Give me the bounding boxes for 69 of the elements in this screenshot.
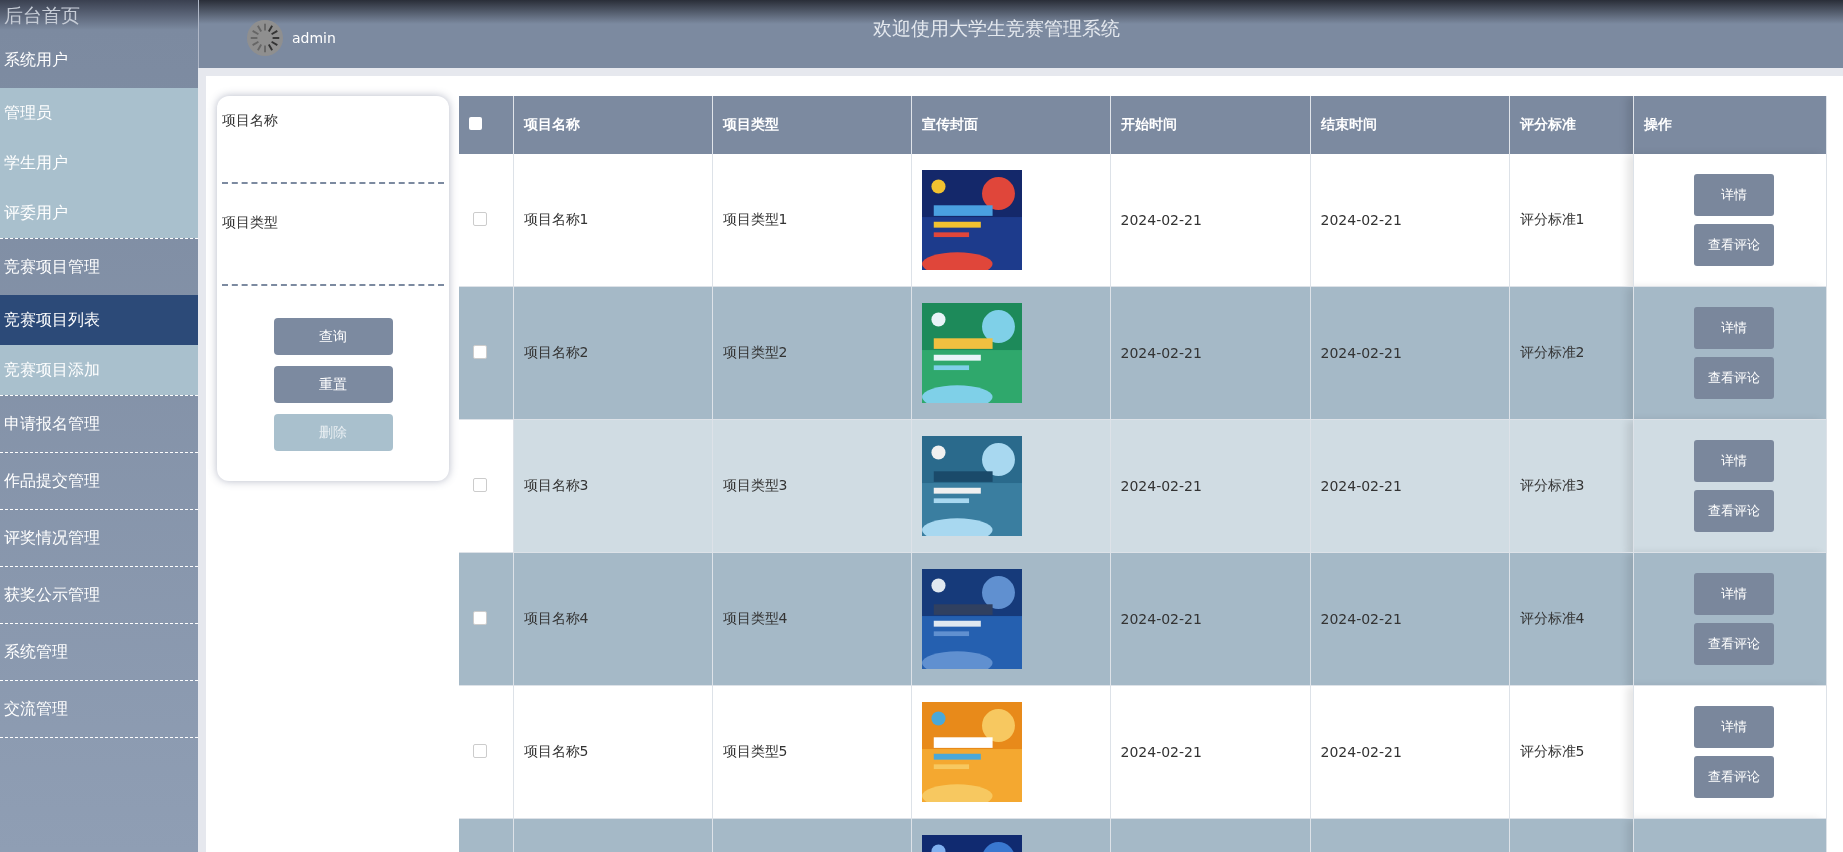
- table-cell: 2024-02-21: [1120, 611, 1202, 627]
- sidebar-group[interactable]: 评奖情况管理: [0, 510, 198, 566]
- row-checkbox[interactable]: [473, 211, 487, 226]
- sidebar-group[interactable]: 作品提交管理: [0, 453, 198, 509]
- table-cell: 2024-02-21: [1320, 611, 1402, 627]
- sidebar-item[interactable]: 评委用户: [0, 188, 198, 238]
- action-button[interactable]: 查看评论: [1693, 756, 1774, 798]
- table-cell: 评分标准3: [1519, 477, 1585, 493]
- sidebar-item[interactable]: 学生用户: [0, 138, 198, 188]
- page-title: 欢迎使用大学生竞赛管理系统: [872, 16, 1120, 41]
- column-header: 结束时间: [1310, 96, 1509, 154]
- column-header: 项目类型: [712, 96, 911, 154]
- field-label: 项目类型: [222, 214, 279, 232]
- action-button[interactable]: 详情: [1693, 174, 1774, 216]
- table-cell: 2024-02-21: [1120, 744, 1202, 760]
- table-cell: 2024-02-21: [1120, 478, 1202, 494]
- sidebar-group[interactable]: 交流管理: [0, 681, 198, 737]
- action-button[interactable]: 查看评论: [1693, 490, 1774, 532]
- field-label: 项目名称: [222, 112, 279, 130]
- table-cell: 2024-02-21: [1320, 345, 1402, 361]
- table-cell: 2024-02-21: [1120, 345, 1202, 361]
- table-cell: 项目类型4: [722, 610, 788, 626]
- table-cell: 项目类型1: [722, 211, 788, 227]
- column-header: 开始时间: [1110, 96, 1310, 154]
- table-cell: 项目名称3: [523, 477, 589, 493]
- user-name: admin: [292, 30, 336, 46]
- column-header: 操作: [1633, 96, 1826, 154]
- row-checkbox[interactable]: [473, 477, 487, 492]
- action-button[interactable]: 详情: [1693, 706, 1774, 748]
- column-header: 评分标准: [1509, 96, 1633, 154]
- sidebar-item[interactable]: 竞赛项目添加: [0, 345, 198, 395]
- action-button[interactable]: 查看评论: [1693, 357, 1774, 399]
- table-cell: 项目名称4: [523, 610, 589, 626]
- sidebar-item[interactable]: 管理员: [0, 88, 198, 138]
- sidebar-item[interactable]: 后台首页: [0, 0, 84, 32]
- table-cell: 评分标准2: [1519, 344, 1585, 360]
- action-button[interactable]: 查看评论: [1693, 224, 1774, 266]
- table-cell: 项目名称1: [523, 211, 589, 227]
- table-cell: 项目名称2: [523, 344, 589, 360]
- row-checkbox[interactable]: [473, 743, 487, 758]
- sidebar-group[interactable]: 系统用户: [0, 32, 198, 88]
- sidebar-group[interactable]: 申请报名管理: [0, 396, 198, 452]
- table-cell: 评分标准4: [1519, 610, 1585, 626]
- action-button[interactable]: 查看评论: [1693, 623, 1774, 665]
- table-cell: 评分标准5: [1519, 743, 1585, 759]
- loading-spinner-icon: [246, 19, 284, 57]
- sidebar-group[interactable]: 竞赛项目管理: [0, 239, 198, 295]
- table-cell: 2024-02-21: [1320, 744, 1402, 760]
- sidebar-group[interactable]: 获奖公示管理: [0, 567, 198, 623]
- table-cell: 项目类型5: [722, 743, 788, 759]
- column-header: 宣传封面: [911, 96, 1110, 154]
- action-button[interactable]: 详情: [1693, 440, 1774, 482]
- table-cell: 项目类型3: [722, 477, 788, 493]
- column-header: 项目名称: [513, 96, 712, 154]
- table-cell: 2024-02-21: [1320, 478, 1402, 494]
- sidebar-group[interactable]: 系统管理: [0, 624, 198, 680]
- table-cell: 评分标准1: [1519, 211, 1585, 227]
- table-cell: 项目类型2: [722, 344, 788, 360]
- search-button[interactable]: 查询: [273, 318, 393, 355]
- table-cell: 2024-02-21: [1320, 212, 1402, 228]
- row-checkbox[interactable]: [473, 610, 487, 625]
- table-cell: 2024-02-21: [1120, 212, 1202, 228]
- select-all-checkbox[interactable]: [469, 117, 482, 130]
- action-button[interactable]: 详情: [1693, 307, 1774, 349]
- table-cell: 项目名称5: [523, 743, 589, 759]
- row-checkbox[interactable]: [473, 344, 487, 359]
- sidebar-item[interactable]: 竞赛项目列表: [0, 295, 198, 345]
- action-button[interactable]: 详情: [1693, 573, 1774, 615]
- search-button[interactable]: 重置: [273, 366, 393, 403]
